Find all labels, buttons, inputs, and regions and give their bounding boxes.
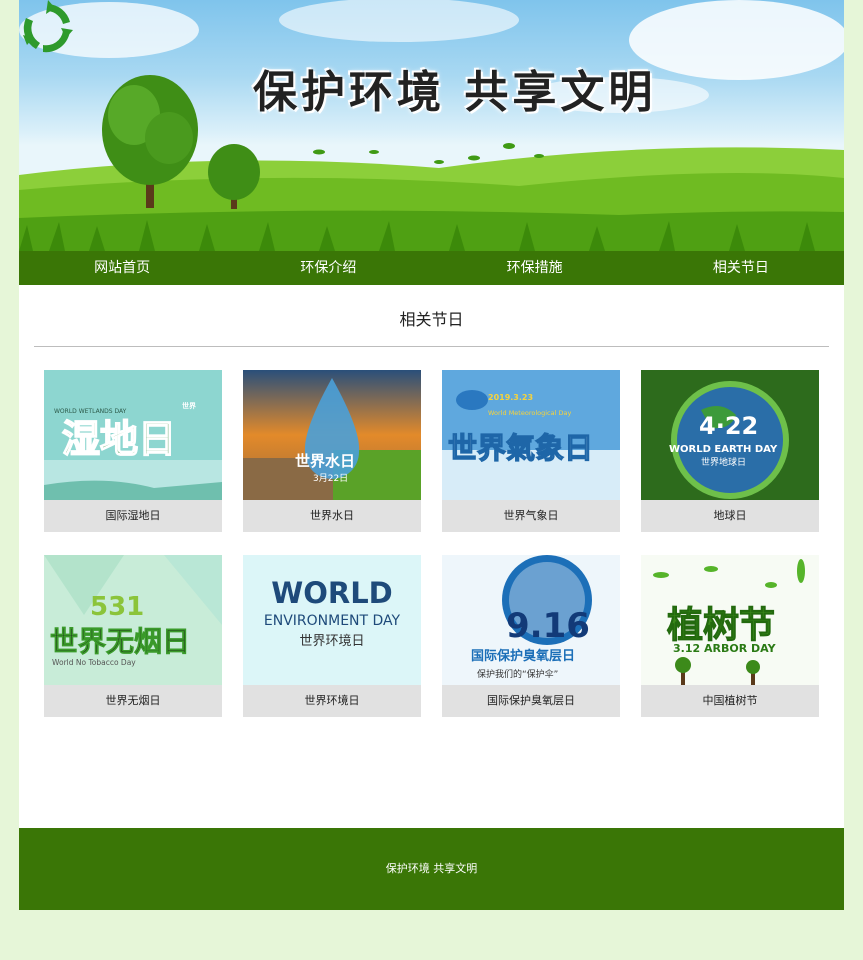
svg-text:国际保护臭氧层日: 国际保护臭氧层日	[471, 648, 575, 664]
svg-text:3月22日: 3月22日	[313, 473, 348, 484]
festival-card-earth[interactable]: 4·22 WORLD EARTH DAY 世界地球日 地球日	[641, 370, 819, 532]
card-caption: 世界水日	[243, 500, 421, 532]
svg-text:世界: 世界	[182, 401, 197, 410]
card-image[interactable]: WORLD ENVIRONMENT DAY 世界环境日	[243, 555, 421, 685]
svg-text:WORLD: WORLD	[271, 576, 393, 610]
footer-text: 保护环境 共享文明	[385, 862, 478, 875]
card-image[interactable]: 2019.3.23 World Meteorological Day 世界氣象日	[442, 370, 620, 500]
svg-text:世界环境日: 世界环境日	[299, 634, 364, 649]
footer: 保护环境 共享文明	[19, 828, 844, 910]
festival-card-meteorological[interactable]: 2019.3.23 World Meteorological Day 世界氣象日…	[442, 370, 620, 532]
svg-text:WORLD EARTH DAY: WORLD EARTH DAY	[669, 444, 778, 455]
svg-text:3.12 ARBOR DAY: 3.12 ARBOR DAY	[673, 642, 777, 655]
nav-item-festivals[interactable]: 相关节日	[638, 251, 844, 285]
nav-item-measures[interactable]: 环保措施	[432, 251, 638, 285]
svg-text:世界水日: 世界水日	[295, 452, 355, 470]
nav-item-intro[interactable]: 环保介绍	[225, 251, 431, 285]
svg-text:植树节: 植树节	[667, 605, 775, 646]
card-image[interactable]: 世界水日 3月22日	[243, 370, 421, 500]
page-container: 保护环境 共享文明 网站首页 环保介绍 环保措施 相关节日 相关节日 WORLD…	[19, 0, 844, 910]
svg-text:保护我们的“保护伞”: 保护我们的“保护伞”	[477, 668, 558, 680]
svg-text:ENVIRONMENT DAY: ENVIRONMENT DAY	[264, 613, 401, 629]
card-caption: 世界无烟日	[44, 685, 222, 717]
card-image[interactable]: 4·22 WORLD EARTH DAY 世界地球日	[641, 370, 819, 500]
card-image[interactable]: WORLD WETLANDS DAY 世界 湿地日	[44, 370, 222, 500]
header-banner: 保护环境 共享文明	[19, 0, 844, 251]
card-image[interactable]: 531 世界无烟日 World No Tobacco Day	[44, 555, 222, 685]
festival-card-environment[interactable]: WORLD ENVIRONMENT DAY 世界环境日 世界环境日	[243, 555, 421, 717]
svg-text:9.16: 9.16	[506, 606, 590, 646]
card-image[interactable]: 9.16 国际保护臭氧层日 保护我们的“保护伞”	[442, 555, 620, 685]
card-caption: 国际湿地日	[44, 500, 222, 532]
nav-item-home[interactable]: 网站首页	[19, 251, 225, 285]
svg-text:世界地球日: 世界地球日	[701, 456, 746, 468]
banner-landscape	[19, 0, 844, 251]
svg-text:4·22: 4·22	[699, 412, 758, 440]
svg-text:World No Tobacco Day: World No Tobacco Day	[52, 658, 136, 667]
svg-text:世界氣象日: 世界氣象日	[448, 431, 593, 465]
card-caption: 世界环境日	[243, 685, 421, 717]
main-nav: 网站首页 环保介绍 环保措施 相关节日	[19, 251, 844, 285]
svg-text:世界无烟日: 世界无烟日	[50, 625, 190, 658]
card-image[interactable]: 植树节 3.12 ARBOR DAY	[641, 555, 819, 685]
festival-card-water[interactable]: 世界水日 3月22日 世界水日	[243, 370, 421, 532]
section-title: 相关节日	[399, 310, 464, 329]
festival-card-wetlands[interactable]: WORLD WETLANDS DAY 世界 湿地日 国际湿地日	[44, 370, 222, 532]
card-caption: 地球日	[641, 500, 819, 532]
svg-text:湿地日: 湿地日	[62, 417, 176, 461]
recycle-icon	[23, 0, 73, 53]
card-caption: 国际保护臭氧层日	[442, 685, 620, 717]
svg-text:World Meteorological Day: World Meteorological Day	[488, 409, 571, 417]
festival-card-ozone[interactable]: 9.16 国际保护臭氧层日 保护我们的“保护伞” 国际保护臭氧层日	[442, 555, 620, 717]
festival-card-arbor[interactable]: 植树节 3.12 ARBOR DAY 中国植树节	[641, 555, 819, 717]
card-caption: 中国植树节	[641, 685, 819, 717]
section-divider	[34, 346, 829, 347]
card-caption: 世界气象日	[442, 500, 620, 532]
festival-card-no-tobacco[interactable]: 531 世界无烟日 World No Tobacco Day 世界无烟日	[44, 555, 222, 717]
svg-text:531: 531	[90, 592, 144, 622]
svg-text:WORLD WETLANDS DAY: WORLD WETLANDS DAY	[54, 408, 127, 415]
svg-text:2019.3.23: 2019.3.23	[488, 393, 533, 402]
banner-title: 保护环境 共享文明	[253, 67, 657, 118]
